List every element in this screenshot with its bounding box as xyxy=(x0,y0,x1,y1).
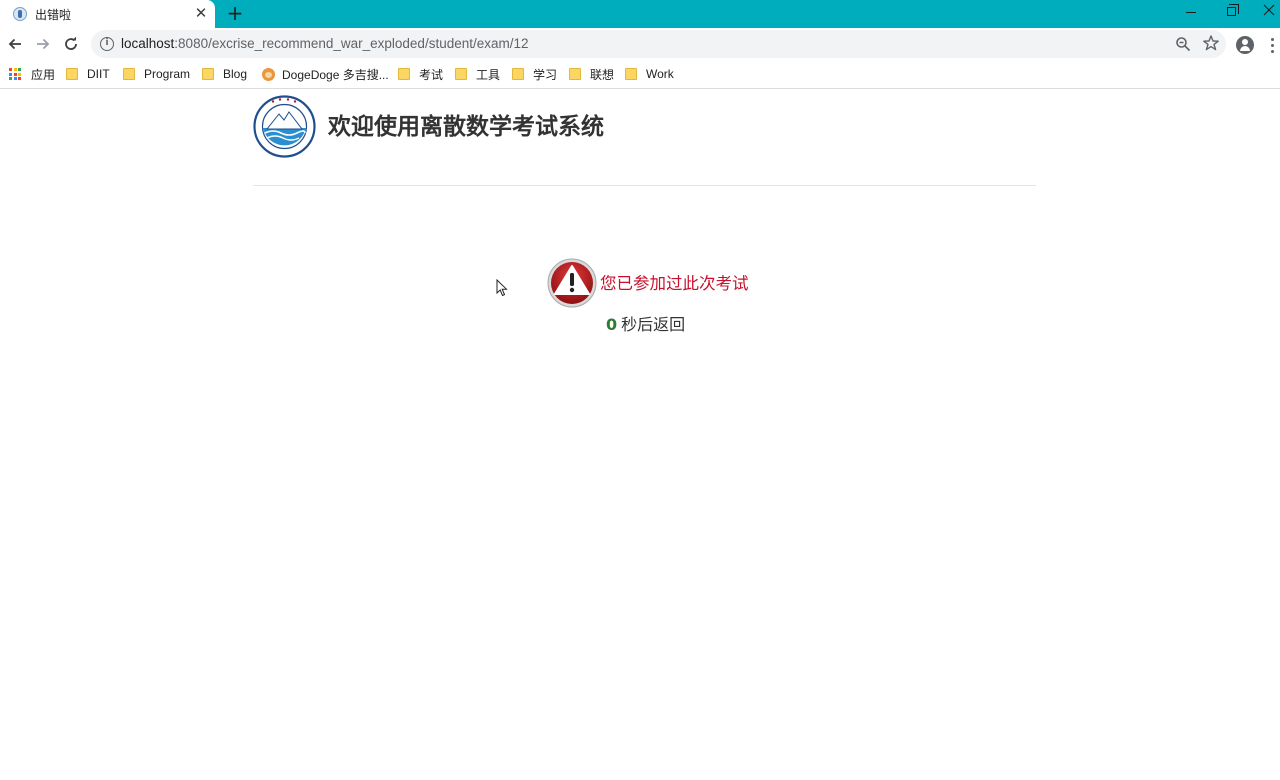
site-info-icon[interactable]: i xyxy=(100,37,114,51)
bookmark-program[interactable]: Program xyxy=(123,66,190,82)
folder-icon xyxy=(569,68,581,80)
bookmark-dogedoge[interactable]: DogeDoge 多吉搜... xyxy=(262,66,389,82)
url-host: localhost xyxy=(121,36,175,51)
restore-icon xyxy=(1227,4,1239,16)
url-text[interactable]: localhost:8080/excrise_recommend_war_exp… xyxy=(121,36,529,51)
bookmark-label: Program xyxy=(144,67,191,81)
bookmark-label: 工具 xyxy=(476,67,501,82)
reload-button[interactable] xyxy=(59,32,83,56)
back-button[interactable] xyxy=(3,32,27,56)
bookmark-work[interactable]: Work xyxy=(625,66,674,82)
arrow-right-icon xyxy=(37,38,50,50)
browser-titlebar: 出错啦 ✕ + xyxy=(0,0,1280,28)
bookmark-blog[interactable]: Blog xyxy=(202,66,247,82)
forward-button[interactable] xyxy=(31,32,55,56)
bookmark-label: DogeDoge 多吉搜... xyxy=(282,67,389,82)
page-title: 欢迎使用离散数学考试系统 xyxy=(328,114,604,140)
arrow-left-icon xyxy=(8,38,21,50)
folder-icon xyxy=(202,68,214,80)
alert-box: 您已参加过此次考试 xyxy=(547,258,797,310)
countdown-number: 0 xyxy=(606,315,618,334)
profile-avatar-icon[interactable] xyxy=(1236,36,1254,54)
address-bar[interactable]: i localhost:8080/excrise_recommend_war_e… xyxy=(91,30,1226,58)
university-logo xyxy=(253,95,316,158)
alert-message: 您已参加过此次考试 xyxy=(600,274,749,293)
dogedoge-favicon xyxy=(262,67,275,81)
bookmark-label: 学习 xyxy=(533,67,558,82)
apps-grid-icon xyxy=(9,68,21,80)
reload-icon xyxy=(65,36,77,50)
bookmark-label: DIIT xyxy=(87,67,110,81)
zoom-icon[interactable] xyxy=(1175,36,1191,52)
close-icon xyxy=(1263,4,1275,16)
bookmark-study[interactable]: 学习 xyxy=(512,66,557,82)
warning-icon xyxy=(547,258,597,308)
bookmark-star-icon[interactable] xyxy=(1202,34,1220,52)
folder-icon xyxy=(625,68,637,80)
bookmark-label: 应用 xyxy=(31,67,56,82)
minimize-button[interactable] xyxy=(1176,2,1206,22)
bookmark-lenovo[interactable]: 联想 xyxy=(569,66,614,82)
tab-favicon-icon xyxy=(13,7,27,21)
close-window-button[interactable] xyxy=(1258,2,1280,22)
mouse-cursor-icon xyxy=(496,279,508,297)
folder-icon xyxy=(66,68,78,80)
bookmark-exam[interactable]: 考试 xyxy=(398,66,443,82)
minimize-icon xyxy=(1186,12,1196,13)
browser-toolbar: i localhost:8080/excrise_recommend_war_e… xyxy=(0,28,1280,60)
page-header: 欢迎使用离散数学考试系统 xyxy=(253,95,1036,186)
bookmark-apps[interactable]: 应用 xyxy=(9,66,55,82)
browser-tab[interactable]: 出错啦 ✕ xyxy=(0,0,215,28)
bookmark-label: 联想 xyxy=(590,67,615,82)
browser-menu-icon[interactable] xyxy=(1266,36,1280,54)
countdown-suffix: 秒后返回 xyxy=(621,315,686,334)
url-path: :8080/excrise_recommend_war_exploded/stu… xyxy=(174,36,529,51)
folder-icon xyxy=(398,68,410,80)
tab-close-icon[interactable]: ✕ xyxy=(194,3,208,23)
bookmark-label: Blog xyxy=(223,67,248,81)
folder-icon xyxy=(455,68,467,80)
folder-icon xyxy=(123,68,135,80)
restore-button[interactable] xyxy=(1216,2,1246,22)
bookmark-label: Work xyxy=(646,67,674,81)
folder-icon xyxy=(512,68,524,80)
new-tab-button[interactable]: + xyxy=(226,2,244,24)
bookmark-diit[interactable]: DIIT xyxy=(66,66,110,82)
tab-title: 出错啦 xyxy=(35,8,72,22)
countdown-text: 0 秒后返回 xyxy=(606,311,685,335)
bookmarks-bar: 应用 DIIT Program Blog DogeDoge 多吉搜... 考试 … xyxy=(0,60,1280,89)
bookmark-label: 考试 xyxy=(419,67,444,82)
bookmark-tools[interactable]: 工具 xyxy=(455,66,500,82)
